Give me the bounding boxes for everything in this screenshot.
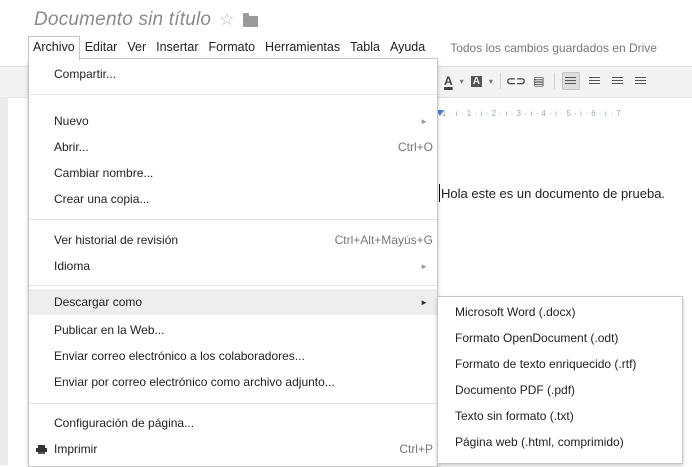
menu-tabla[interactable]: Tabla [345,37,385,58]
menu-item-crear-copia[interactable]: Crear una copia... [29,186,437,212]
ruler[interactable]: · 1 · ı · 1 · ı · 2 · ı · 3 · ı · 4 · ı … [436,109,692,123]
menu-archivo[interactable]: Archivo [28,36,80,61]
menu-item-historial[interactable]: Ver historial de revisión Ctrl+Alt+Mayús… [29,227,437,253]
submenu-item-label: Formato de texto enriquecido (.rtf) [455,357,637,371]
menu-item-enviar-adjunto[interactable]: Enviar por correo electrónico como archi… [29,369,437,395]
menu-item-imprimir[interactable]: Imprimir Ctrl+P [29,436,437,462]
menu-separator [29,403,437,404]
menu-item-label: Ver historial de revisión [54,233,179,247]
menu-item-abrir[interactable]: Abrir... Ctrl+O [29,134,437,160]
align-left-icon[interactable] [561,72,580,90]
menu-item-label: Abrir... [54,140,89,154]
menu-item-configuracion[interactable]: Configuración de página... [29,410,437,436]
toolbar-separator [499,73,501,89]
submenu-item-label: Microsoft Word (.docx) [455,305,576,319]
menu-ver[interactable]: Ver [122,37,151,58]
menu-item-label: Cambiar nombre... [54,166,154,180]
toolbar-visible-controls: A ▾ A ▾ ⊂⊃ ▤ [436,66,649,96]
download-docx[interactable]: Microsoft Word (.docx) [438,299,682,325]
menu-item-label: Idioma [54,259,91,273]
menu-bar: Archivo Editar Ver Insertar Formato Herr… [28,36,657,61]
chevron-down-icon[interactable]: ▾ [489,77,493,86]
menu-item-label: Enviar por correo electrónico como archi… [54,375,335,389]
menu-editar[interactable]: Editar [80,37,123,58]
align-center-icon[interactable] [587,73,603,89]
menu-item-enviar-colaboradores[interactable]: Enviar correo electrónico a los colabora… [29,343,437,369]
menu-separator [29,219,437,220]
text-color-button[interactable]: A [444,74,453,88]
align-right-icon[interactable] [610,73,626,89]
submenu-item-label: Página web (.html, comprimido) [455,435,624,449]
document-title[interactable]: Documento sin título [34,9,211,31]
document-body-text[interactable]: Hola este es un documento de prueba. [441,186,665,201]
printer-icon [36,444,47,454]
folder-icon[interactable] [243,12,259,27]
menu-item-label: Compartir... [54,67,117,81]
download-rtf[interactable]: Formato de texto enriquecido (.rtf) [438,351,682,377]
menu-formato[interactable]: Formato [204,37,261,58]
menu-item-compartir[interactable]: Compartir... [29,61,437,87]
menu-item-idioma[interactable]: Idioma ► [29,253,437,279]
menu-item-label: Nuevo [54,114,89,128]
submenu-item-label: Texto sin formato (.txt) [455,409,574,423]
save-status[interactable]: Todos los cambios guardados en Drive [450,41,657,55]
menu-item-label: Publicar en la Web... [54,323,165,337]
file-menu: Compartir... Nuevo ► Abrir... Ctrl+O Cam… [28,58,438,467]
page-margin [0,97,8,465]
submenu-arrow-icon: ► [420,297,428,307]
download-pdf[interactable]: Documento PDF (.pdf) [438,377,682,403]
menu-item-publicar[interactable]: Publicar en la Web... [29,317,437,343]
align-justify-icon[interactable] [633,73,649,89]
submenu-item-label: Documento PDF (.pdf) [455,383,576,397]
menu-separator [29,285,437,286]
menu-ayuda[interactable]: Ayuda [385,37,430,58]
menu-item-nuevo[interactable]: Nuevo ► [29,108,437,134]
submenu-arrow-icon: ► [420,261,428,271]
submenu-arrow-icon: ► [420,116,428,126]
link-icon[interactable]: ⊂⊃ [506,73,526,89]
menu-item-descargar-como[interactable]: Descargar como ► [29,289,437,315]
menu-item-label: Enviar correo electrónico a los colabora… [54,349,305,363]
menu-item-cambiar-nombre[interactable]: Cambiar nombre... [29,160,437,186]
menu-separator [29,94,437,95]
submenu-item-label: Formato OpenDocument (.odt) [455,331,619,345]
shortcut-text: Ctrl+Alt+Mayús+G [334,233,433,247]
download-txt[interactable]: Texto sin formato (.txt) [438,403,682,429]
chevron-down-icon[interactable]: ▾ [460,77,464,86]
highlight-color-button[interactable]: A [470,75,482,87]
download-odt[interactable]: Formato OpenDocument (.odt) [438,325,682,351]
download-html[interactable]: Página web (.html, comprimido) [438,429,682,455]
star-icon[interactable]: ☆ [219,10,234,30]
comment-icon[interactable]: ▤ [531,73,547,89]
shortcut-text: Ctrl+P [399,442,433,456]
menu-item-label: Crear una copia... [54,192,150,206]
title-row: Documento sin título ☆ [34,8,259,32]
menu-item-label: Imprimir [54,442,98,456]
menu-insertar[interactable]: Insertar [151,37,203,58]
text-cursor [439,184,440,202]
shortcut-text: Ctrl+O [397,140,433,154]
menu-item-label: Descargar como [54,295,143,309]
toolbar-separator [553,73,555,89]
menu-herramientas[interactable]: Herramientas [260,37,345,58]
menu-item-label: Configuración de página... [54,416,195,430]
download-submenu: Microsoft Word (.docx) Formato OpenDocum… [437,296,683,464]
